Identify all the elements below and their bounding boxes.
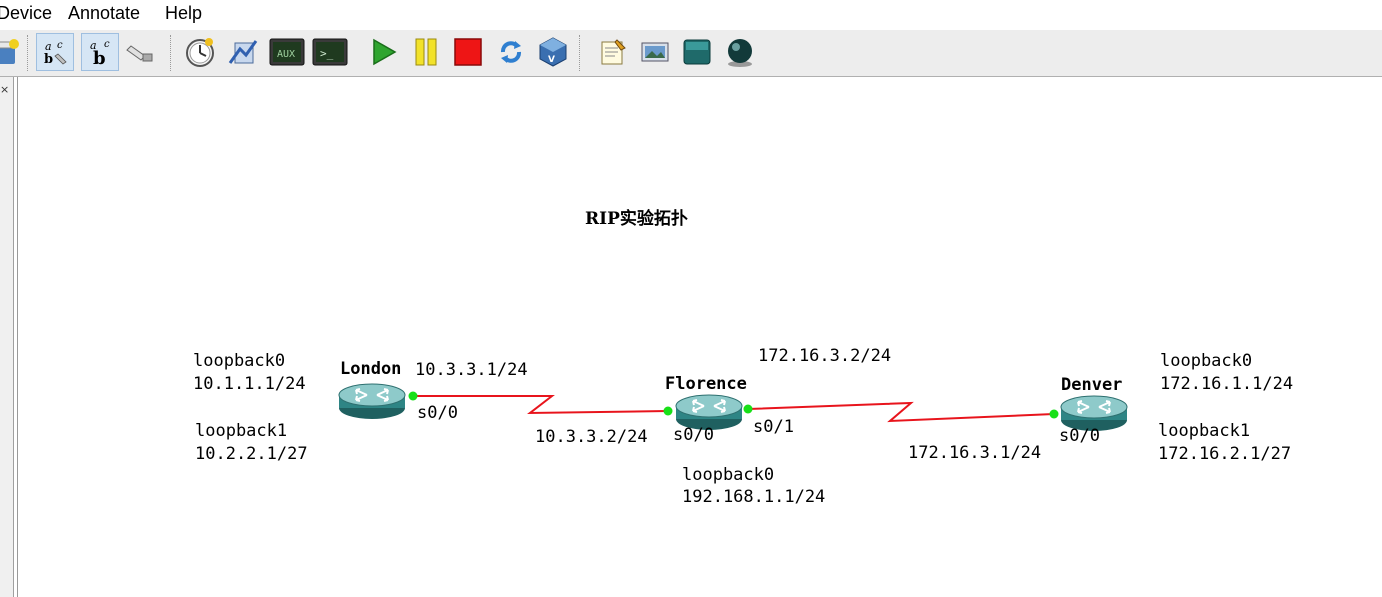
london-s0-0-ip: 10.3.3.1/24 xyxy=(415,360,528,380)
florence-s0-1-ip: 172.16.3.2/24 xyxy=(758,346,891,366)
denver-s0-0-port: s0/0 xyxy=(1059,426,1100,446)
florence-s0-0-ip: 10.3.3.2/24 xyxy=(535,427,648,447)
topology-canvas[interactable]: RIP实验拓扑 London Florence Denver loopback0… xyxy=(0,0,1382,597)
florence-s0-0-port: s0/0 xyxy=(673,425,714,445)
topology-title: RIP实验拓扑 xyxy=(585,208,688,229)
denver-loopback1-label: loopback1 xyxy=(1158,421,1250,441)
denver-s0-0-ip: 172.16.3.1/24 xyxy=(908,443,1041,463)
florence-s0-1-port: s0/1 xyxy=(753,417,794,437)
london-loopback1-label: loopback1 xyxy=(195,421,287,441)
denver-loopback1-ip: 172.16.2.1/27 xyxy=(1158,444,1291,464)
router-name-london: London xyxy=(340,359,401,379)
london-loopback0-label: loopback0 xyxy=(193,351,285,371)
florence-loopback0-label: loopback0 xyxy=(682,465,774,485)
denver-loopback0-label: loopback0 xyxy=(1160,351,1252,371)
denver-loopback0-ip: 172.16.1.1/24 xyxy=(1160,374,1293,394)
router-name-denver: Denver xyxy=(1061,375,1122,395)
router-name-florence: Florence xyxy=(665,374,747,394)
london-s0-0-port: s0/0 xyxy=(417,403,458,423)
london-loopback1-ip: 10.2.2.1/27 xyxy=(195,444,308,464)
london-loopback0-ip: 10.1.1.1/24 xyxy=(193,374,306,394)
port-status-dot xyxy=(663,406,673,416)
router-london[interactable] xyxy=(338,383,406,420)
router-icon xyxy=(338,383,406,420)
florence-loopback0-ip: 192.168.1.1/24 xyxy=(682,487,825,507)
port-status-dot xyxy=(743,404,753,414)
port-status-dot xyxy=(408,391,418,401)
port-status-dot xyxy=(1049,409,1059,419)
